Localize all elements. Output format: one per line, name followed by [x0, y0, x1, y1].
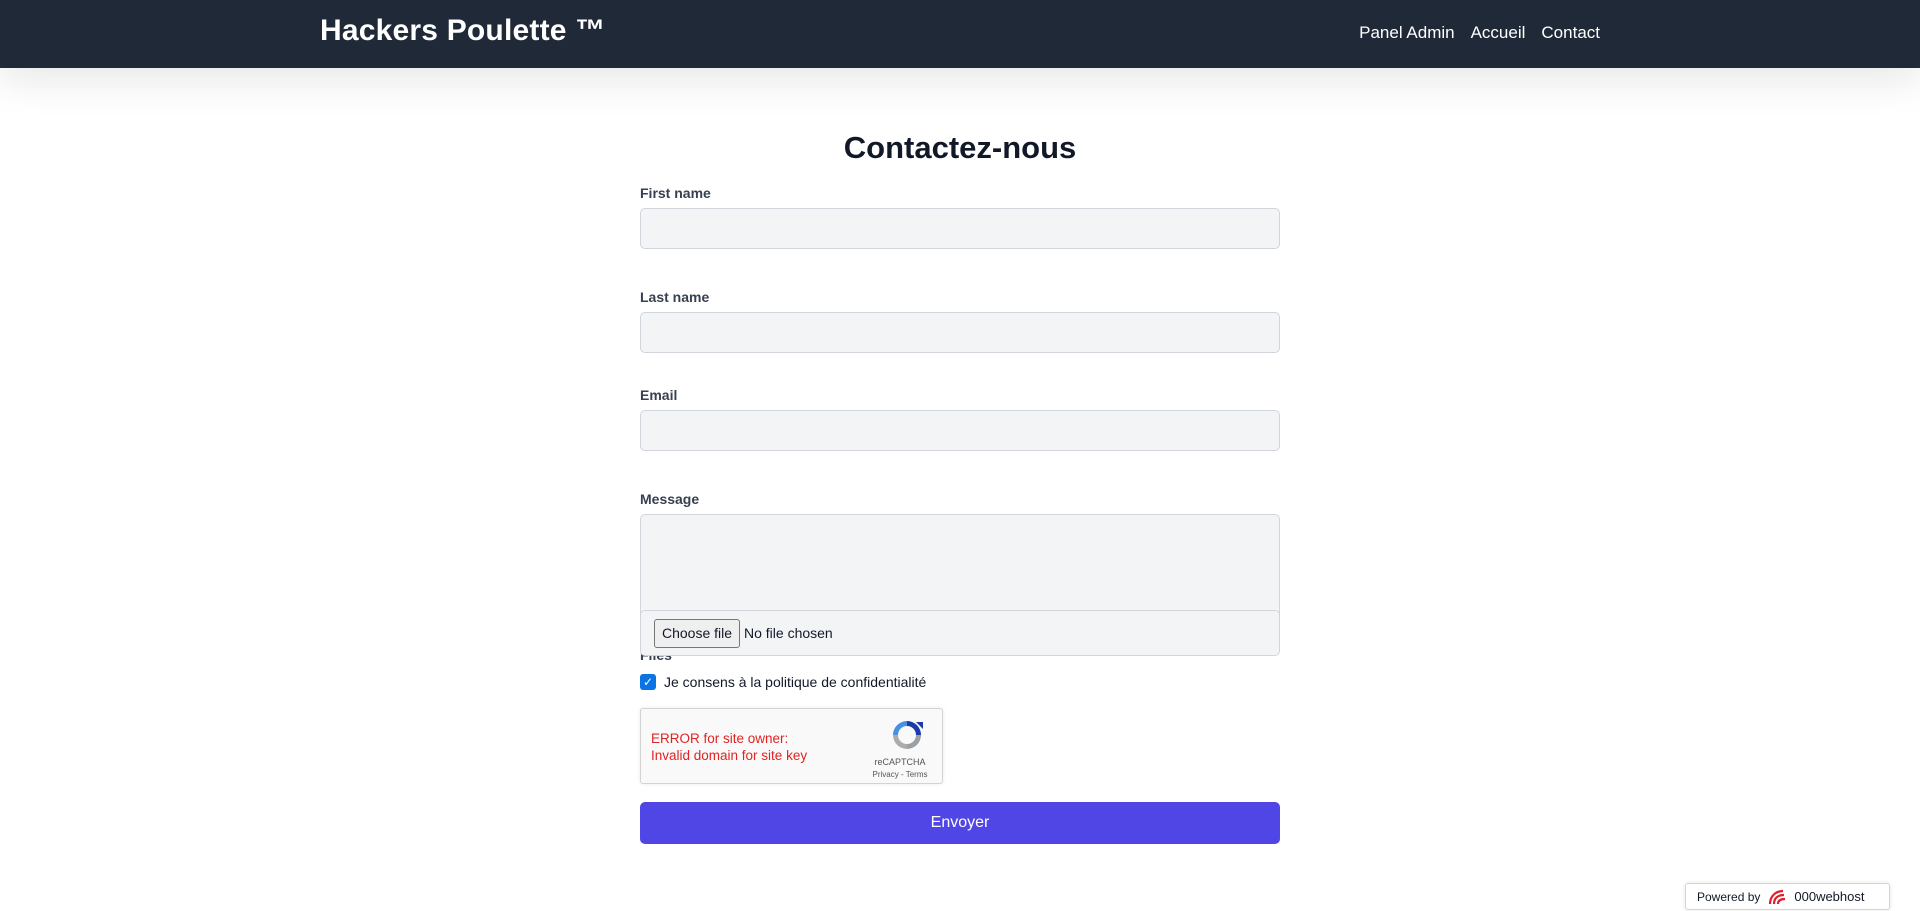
- recaptcha-widget[interactable]: ERROR for site owner: Invalid domain for…: [640, 708, 943, 784]
- powered-by-badge[interactable]: Powered by 000webhost: [1685, 883, 1890, 910]
- recaptcha-brand: reCAPTCHA: [874, 757, 926, 767]
- first-name-label: First name: [640, 185, 711, 201]
- recaptcha-error: ERROR for site owner: Invalid domain for…: [651, 730, 807, 764]
- nav-links: Panel Admin Accueil Contact: [1359, 23, 1600, 43]
- first-name-input[interactable]: [640, 208, 1280, 249]
- recaptcha-error-line2: Invalid domain for site key: [651, 748, 808, 763]
- recaptcha-logo-icon: [893, 721, 923, 749]
- submit-button[interactable]: Envoyer: [640, 802, 1280, 844]
- consent-row: ✓ Je consens à la politique de confident…: [640, 673, 926, 691]
- recaptcha-error-line1: ERROR for site owner:: [651, 731, 789, 746]
- last-name-input[interactable]: [640, 312, 1280, 353]
- page-title: Contactez-nous: [843, 130, 1077, 165]
- recaptcha-privacy-terms[interactable]: Privacy - Terms: [869, 770, 931, 779]
- choose-file-button[interactable]: Choose file: [654, 619, 741, 648]
- nav-link-contact[interactable]: Contact: [1541, 23, 1600, 43]
- navbar: Hackers Poulette ™ Panel Admin Accueil C…: [0, 0, 1920, 68]
- brand-logo-text[interactable]: Hackers Poulette ™: [320, 14, 605, 48]
- email-input[interactable]: [640, 410, 1280, 451]
- file-status-text: No file chosen: [744, 625, 833, 641]
- nav-link-accueil[interactable]: Accueil: [1471, 23, 1526, 43]
- nav-link-panel-admin[interactable]: Panel Admin: [1359, 23, 1454, 43]
- host-name: 000webhost: [1794, 889, 1865, 904]
- message-label: Message: [640, 491, 700, 507]
- contact-form: First name Last name Email Message ◢ Fil…: [640, 184, 1280, 844]
- consent-label[interactable]: Je consens à la politique de confidentia…: [664, 674, 926, 690]
- email-label: Email: [640, 387, 678, 403]
- consent-checkbox[interactable]: ✓: [640, 674, 656, 690]
- 000webhost-logo-icon: [1769, 889, 1786, 904]
- last-name-label: Last name: [640, 289, 710, 305]
- powered-by-text: Powered by: [1697, 889, 1761, 904]
- file-input[interactable]: Choose file No file chosen: [640, 610, 1280, 656]
